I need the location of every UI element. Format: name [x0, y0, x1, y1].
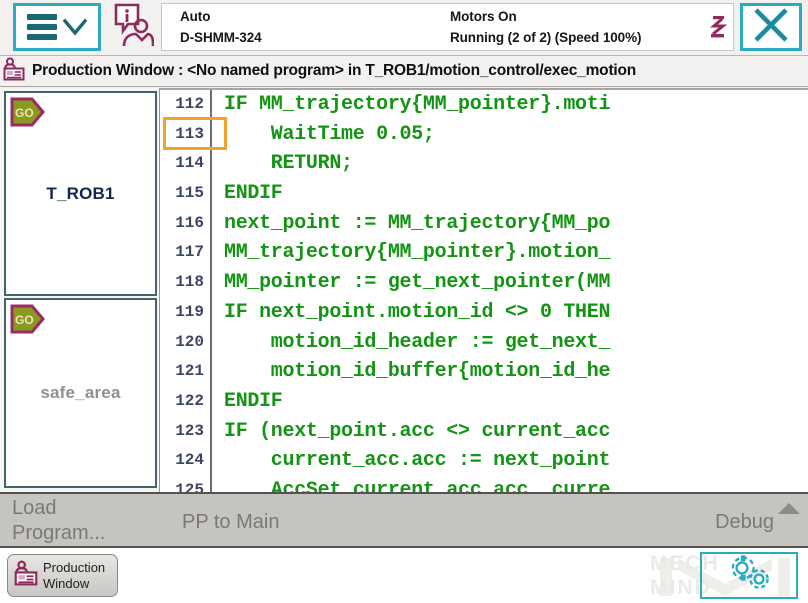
task-name-label: safe_area [40, 383, 120, 403]
code-line[interactable]: IF MM_trajectory{MM_pointer}.moti [224, 90, 808, 120]
line-number: 122 [160, 387, 210, 417]
code-line[interactable]: IF (next_point.acc <> current_acc [224, 417, 808, 447]
line-number: 112 [160, 90, 210, 120]
operating-mode-text: Auto [180, 6, 450, 27]
line-number: 124 [160, 446, 210, 476]
line-number: 125 [160, 476, 210, 492]
code-line[interactable]: IF next_point.motion_id <> 0 THEN [224, 298, 808, 328]
pp-to-main-button[interactable]: PP to Main [182, 510, 279, 535]
taskbar: Production Window MECH MIND [0, 548, 808, 603]
hamburger-menu-icon [27, 14, 57, 40]
line-number: 119 [160, 298, 210, 328]
production-window-icon [14, 560, 38, 591]
page-title: Production Window : <No named program> i… [32, 62, 636, 80]
flexpendant-app: Auto D-SHMM-324 Motors On Running (2 of … [0, 0, 808, 603]
task-panel-safe-area[interactable]: GO safe_area [4, 298, 157, 488]
task-name-label: T_ROB1 [46, 184, 114, 204]
line-number: 117 [160, 238, 210, 268]
controller-status-panel: Auto D-SHMM-324 Motors On Running (2 of … [161, 3, 734, 51]
code-line[interactable]: ENDIF [224, 179, 808, 209]
task-panel-t-rob1[interactable]: GO T_ROB1 [4, 91, 157, 296]
code-lines[interactable]: IF MM_trajectory{MM_pointer}.moti WaitTi… [212, 90, 808, 492]
line-number: 113 [160, 120, 210, 150]
running-state-text: Running (2 of 2) (Speed 100%) [450, 27, 703, 48]
action-bar: Load Program... PP to Main Debug [0, 492, 808, 548]
task-panel-column: GO T_ROB1 GO safe_area [0, 88, 160, 492]
chevron-down-icon [62, 15, 88, 39]
robot-status-icon [703, 14, 733, 40]
line-number: 123 [160, 417, 210, 447]
taskbar-production-window-button[interactable]: Production Window [7, 554, 118, 597]
code-line[interactable]: RETURN; [224, 149, 808, 179]
code-line[interactable]: MM_trajectory{MM_pointer}.motion_ [224, 238, 808, 268]
line-number: 120 [160, 328, 210, 358]
line-number: 121 [160, 357, 210, 387]
info-operator-icon [112, 2, 154, 53]
code-editor[interactable]: 112 113 114 115 116 117 118 119 120 121 … [160, 88, 808, 492]
line-number: 115 [160, 179, 210, 209]
motors-column: Motors On Running (2 of 2) (Speed 100%) [450, 6, 703, 48]
window-title-bar: Production Window : <No named program> i… [0, 56, 808, 87]
code-line[interactable]: next_point := MM_trajectory{MM_po [224, 209, 808, 239]
svg-text:GO: GO [15, 106, 34, 120]
code-line[interactable]: MM_pointer := get_next_pointer(MM [224, 268, 808, 298]
motors-state-text: Motors On [450, 6, 703, 27]
close-button[interactable] [740, 3, 802, 51]
go-badge-icon: GO [10, 304, 46, 334]
settings-quickset-button[interactable] [700, 552, 798, 599]
go-badge-icon: GO [10, 97, 46, 127]
code-line[interactable]: motion_id_buffer{motion_id_he [224, 357, 808, 387]
main-content: GO T_ROB1 GO safe_area 112 113 [0, 88, 808, 492]
code-line[interactable]: motion_id_header := get_next_ [224, 328, 808, 358]
load-program-button[interactable]: Load Program... [12, 496, 162, 546]
close-icon [751, 5, 791, 50]
taskbar-button-label: Production Window [43, 560, 105, 592]
operator-info-button[interactable] [105, 0, 161, 55]
gears-icon [721, 552, 777, 599]
line-number: 114 [160, 149, 210, 179]
main-menu-button[interactable] [13, 3, 101, 51]
line-number: 118 [160, 268, 210, 298]
code-line[interactable]: current_acc.acc := next_point [224, 446, 808, 476]
triangle-up-icon[interactable] [778, 503, 800, 514]
code-line[interactable]: AccSet current_acc.acc, curre [224, 476, 808, 492]
mode-column: Auto D-SHMM-324 [180, 6, 450, 48]
debug-button[interactable]: Debug [715, 510, 774, 535]
controller-name-text: D-SHMM-324 [180, 27, 450, 48]
production-window-icon [3, 57, 25, 86]
line-number: 116 [160, 209, 210, 239]
svg-text:GO: GO [15, 313, 34, 327]
top-status-bar: Auto D-SHMM-324 Motors On Running (2 of … [0, 0, 808, 56]
code-line[interactable]: ENDIF [224, 387, 808, 417]
line-number-gutter: 112 113 114 115 116 117 118 119 120 121 … [160, 90, 212, 492]
code-line[interactable]: WaitTime 0.05; [224, 120, 808, 150]
